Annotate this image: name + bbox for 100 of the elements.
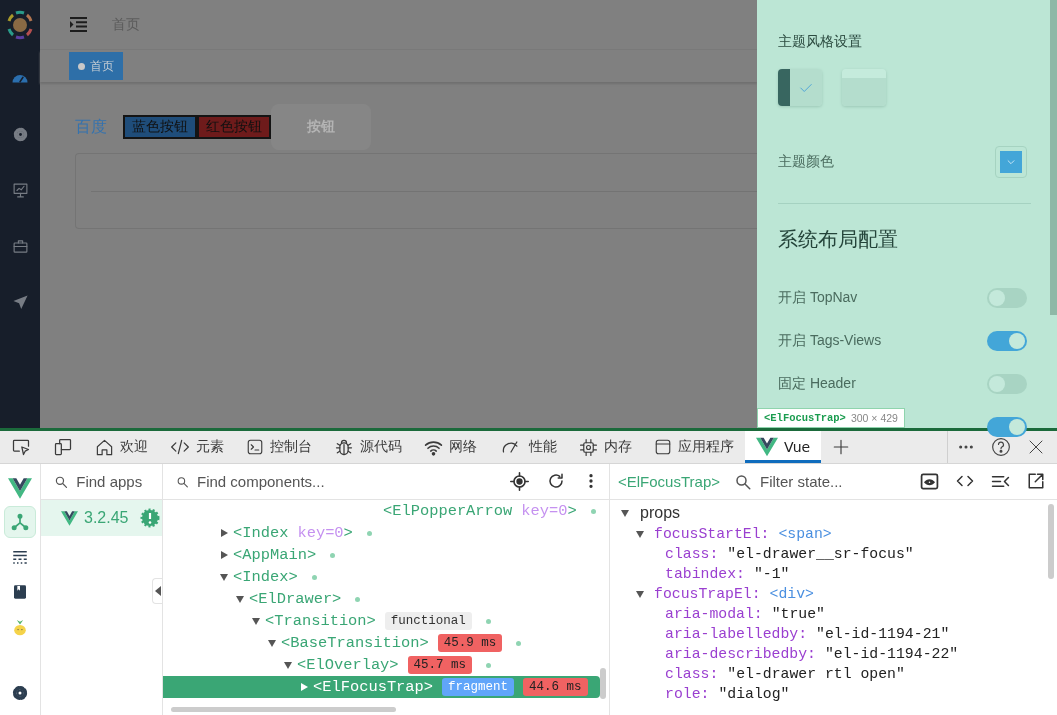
tree-row[interactable]: <BaseTransition> 45.9 ms [163,632,600,654]
expander-icon[interactable] [219,528,229,538]
component-type-label: fragment [442,678,515,696]
devtools-tab[interactable]: 内存 [568,431,643,463]
search-field[interactable]: Find apps [76,473,162,490]
component-tag: <AppMain> [233,546,317,564]
close-icon [1028,439,1044,455]
expander-icon[interactable] [251,616,261,626]
property-value: "dialog" [718,686,790,702]
section-title: 系统布局配置 [778,227,899,252]
component-tag: <Index> [233,568,298,586]
dot-icon [330,552,336,558]
property-key: role: [665,686,710,702]
settings-icon [11,684,29,702]
component-type-label: functional [384,612,472,630]
dot-icon [311,574,317,580]
device-icon [53,437,73,457]
setting-label: 主题颜色 [778,153,834,171]
property-key: aria-describedby: [665,646,816,662]
pineapple-icon [12,618,28,636]
expander-icon[interactable] [219,572,229,582]
property-key: class: [665,666,719,682]
gear-icon [11,125,29,143]
filter-field[interactable]: Filter state... [760,473,910,490]
refresh-icon [547,472,565,490]
warning-badge-icon [140,508,161,528]
expander-icon[interactable] [235,594,245,604]
toggle-switch[interactable] [987,416,1027,437]
inspect-icon [11,437,31,457]
size-label: 300 × 429 [850,412,898,424]
help-icon [991,437,1011,457]
tree-row[interactable]: <ElFocusTrap> fragment 44.6 ms [163,676,600,698]
devtools-tab[interactable]: 性能 [488,431,568,463]
component-tree-icon [10,512,30,532]
property-value: "el-drawer__sr-focus" [727,546,914,562]
expander-icon[interactable] [219,550,229,560]
page-tag[interactable]: 首页 [69,52,123,80]
property-value: "el-id-1194-22" [824,646,959,662]
component-name: <ElFocusTrap> [618,473,720,490]
theme-option[interactable] [778,69,822,106]
scrollbar-thumb[interactable] [1050,0,1057,315]
component-tag: <ElFocusTrap> [313,678,434,696]
dot-icon [485,618,491,624]
dot-icon [516,640,522,646]
tree-row[interactable]: <ElDrawer> [163,588,600,610]
property-key: focusTrapEl: [654,586,761,602]
expander-icon[interactable] [620,507,630,518]
tag-end: > [343,524,353,542]
open-external-icon [1027,472,1045,490]
scrollbar-thumb[interactable] [171,707,396,712]
caret-left-icon [154,586,161,596]
tree-row[interactable]: <Index> [163,566,600,588]
chip-icon [579,437,598,457]
scrollbar-thumb[interactable] [1048,504,1054,579]
expander-icon[interactable] [267,638,277,648]
tree-row[interactable]: <AppMain> [163,544,600,566]
tree-row[interactable]: <Transition> functional [163,610,600,632]
devtools-tab[interactable]: Vue [745,431,822,463]
app-item[interactable]: 3.2.45 [41,500,162,536]
property-key: class: [665,546,719,562]
devtools-tab[interactable]: 欢迎 [84,431,159,463]
devtools-tab[interactable]: 元素 [159,431,235,463]
vue-logo-icon [756,437,778,457]
render-time-label: 45.9 ms [437,634,503,652]
home-icon [95,437,114,457]
toggle-switch[interactable] [987,330,1027,351]
component-tag: <BaseTransition> [281,634,429,652]
key-attribute: key=0 [297,524,344,542]
add-icon [832,438,851,456]
toggle-switch[interactable] [987,373,1027,394]
property-value: <div> [769,586,814,602]
timeline-icon [11,548,29,566]
collapse-handle[interactable] [152,578,162,604]
dot-icon [355,596,361,602]
toggle-switch[interactable] [987,287,1027,308]
scrollbar-thumb[interactable] [600,668,606,699]
menu-icon[interactable] [70,17,87,32]
briefcase-icon [11,237,29,255]
tree-row[interactable]: <Index key=0> [163,522,600,544]
render-time-label: 45.7 ms [407,656,473,674]
property-value: "true" [771,606,825,622]
code-icon [170,437,190,457]
devtools-tab[interactable]: 网络 [413,431,488,463]
window-icon [654,438,672,456]
property-key: aria-labelledby: [665,626,808,642]
expander-icon[interactable] [635,589,645,599]
search-icon [734,472,752,491]
expander-icon[interactable] [635,529,645,539]
property-key: aria-modal: [665,606,763,622]
property-value: "el-drawer rtl open" [727,666,905,682]
expander-icon[interactable] [283,660,293,670]
property-key: tabindex: [665,566,745,582]
devtools-tab[interactable]: 源代码 [323,431,413,463]
dot-icon [590,508,596,514]
component-tag: <ElPopperArrow [383,502,513,520]
devtools-tab[interactable]: 应用程序 [643,431,745,463]
tree-row[interactable]: <ElOverlay> 45.7 ms [163,654,600,676]
component-tag: <ElOverlay> [297,656,399,674]
search-field[interactable]: Find components... [197,473,502,490]
devtools-tab[interactable]: 控制台 [235,431,323,463]
